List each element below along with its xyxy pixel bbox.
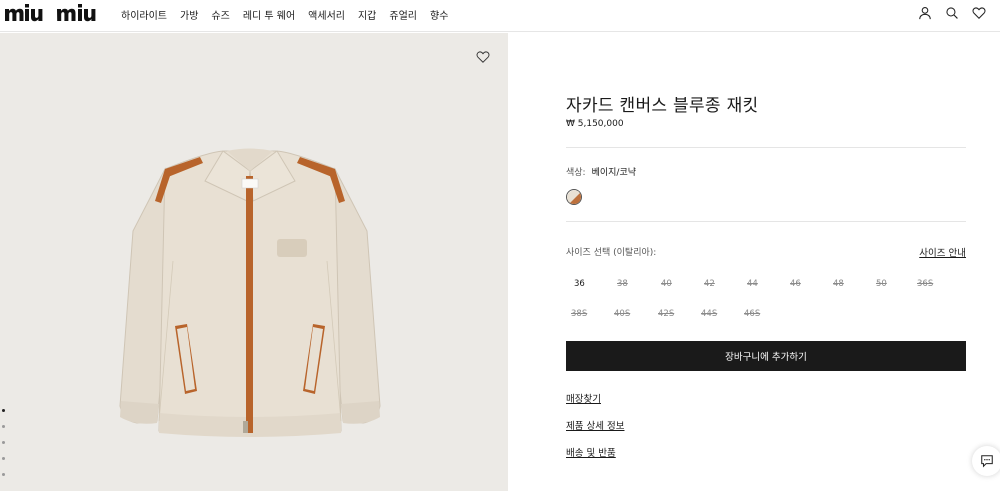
size-option[interactable]: 36S <box>917 279 933 289</box>
product-details-link[interactable]: 제품 상세 정보 <box>566 418 624 432</box>
size-guide-link[interactable]: 사이즈 안내 <box>919 245 966 259</box>
store-locator-link[interactable]: 매장찾기 <box>566 391 601 405</box>
gallery-dot[interactable] <box>2 457 5 460</box>
shipping-returns-link[interactable]: 배송 및 반품 <box>566 445 616 459</box>
size-option[interactable]: 38 <box>617 279 628 289</box>
product-image-jacket <box>119 148 381 437</box>
size-option[interactable]: 40S <box>614 309 630 319</box>
add-to-cart-button[interactable]: 장바구니에 추가하기 <box>566 341 966 371</box>
size-option[interactable]: 38S <box>571 309 587 319</box>
search-icon[interactable] <box>945 6 959 20</box>
size-label: 사이즈 선택 (이탈리아): <box>566 248 657 258</box>
size-option[interactable]: 46 <box>790 279 801 289</box>
product-title: 자카드 캔버스 블루종 재킷 <box>566 96 759 116</box>
gallery-dot[interactable] <box>2 425 5 428</box>
divider <box>566 221 966 222</box>
size-option[interactable]: 44S <box>701 309 717 319</box>
gallery-dot[interactable] <box>2 473 5 476</box>
chat-icon <box>981 455 993 468</box>
nav-item-highlights[interactable]: 하이라이트 <box>121 7 167 22</box>
brand-logo-wordmark <box>5 4 96 22</box>
account-icon[interactable] <box>918 6 932 20</box>
nav-item-jewelry[interactable]: 쥬얼리 <box>389 7 417 22</box>
nav-item-accessories[interactable]: 액세서리 <box>308 7 345 22</box>
nav-item-shoes[interactable]: 슈즈 <box>211 7 229 22</box>
nav-item-ready-to-wear[interactable]: 레디 투 웨어 <box>243 7 295 22</box>
site-header: 하이라이트 가방 슈즈 레디 투 웨어 액세서리 지갑 쥬얼리 향수 <box>0 0 1000 32</box>
size-option[interactable]: 50 <box>876 279 887 289</box>
product-price: ₩ 5,150,000 <box>566 119 624 129</box>
brand-logo[interactable] <box>5 3 105 23</box>
size-option[interactable]: 36 <box>574 279 585 289</box>
color-value: 베이지/코냑 <box>591 168 637 178</box>
size-option[interactable]: 40 <box>661 279 672 289</box>
size-option[interactable]: 48 <box>833 279 844 289</box>
divider <box>566 147 966 148</box>
gallery-dot[interactable] <box>2 409 5 412</box>
size-header: 사이즈 선택 (이탈리아): 사이즈 안내 <box>566 245 966 259</box>
size-option[interactable]: 42S <box>658 309 674 319</box>
size-option[interactable]: 46S <box>744 309 760 319</box>
size-option[interactable]: 44 <box>747 279 758 289</box>
nav-item-fragrance[interactable]: 향수 <box>430 7 448 22</box>
color-swatch-beige-cognac[interactable] <box>566 189 582 205</box>
nav-item-wallets[interactable]: 지갑 <box>358 7 376 22</box>
wishlist-icon[interactable] <box>972 6 986 20</box>
heart-icon[interactable] <box>476 50 490 64</box>
color-info: 색상: 베이지/코냑 <box>566 165 636 178</box>
header-actions <box>918 6 986 20</box>
nav-item-bags[interactable]: 가방 <box>180 7 198 22</box>
gallery-pagination <box>2 409 5 489</box>
product-gallery[interactable] <box>0 33 508 491</box>
swatch-fill <box>567 190 581 204</box>
chat-button[interactable] <box>972 446 1000 476</box>
size-option[interactable]: 42 <box>704 279 715 289</box>
main-nav: 하이라이트 가방 슈즈 레디 투 웨어 액세서리 지갑 쥬얼리 향수 <box>121 0 448 28</box>
gallery-dot[interactable] <box>2 441 5 444</box>
color-label: 색상: <box>566 168 586 178</box>
